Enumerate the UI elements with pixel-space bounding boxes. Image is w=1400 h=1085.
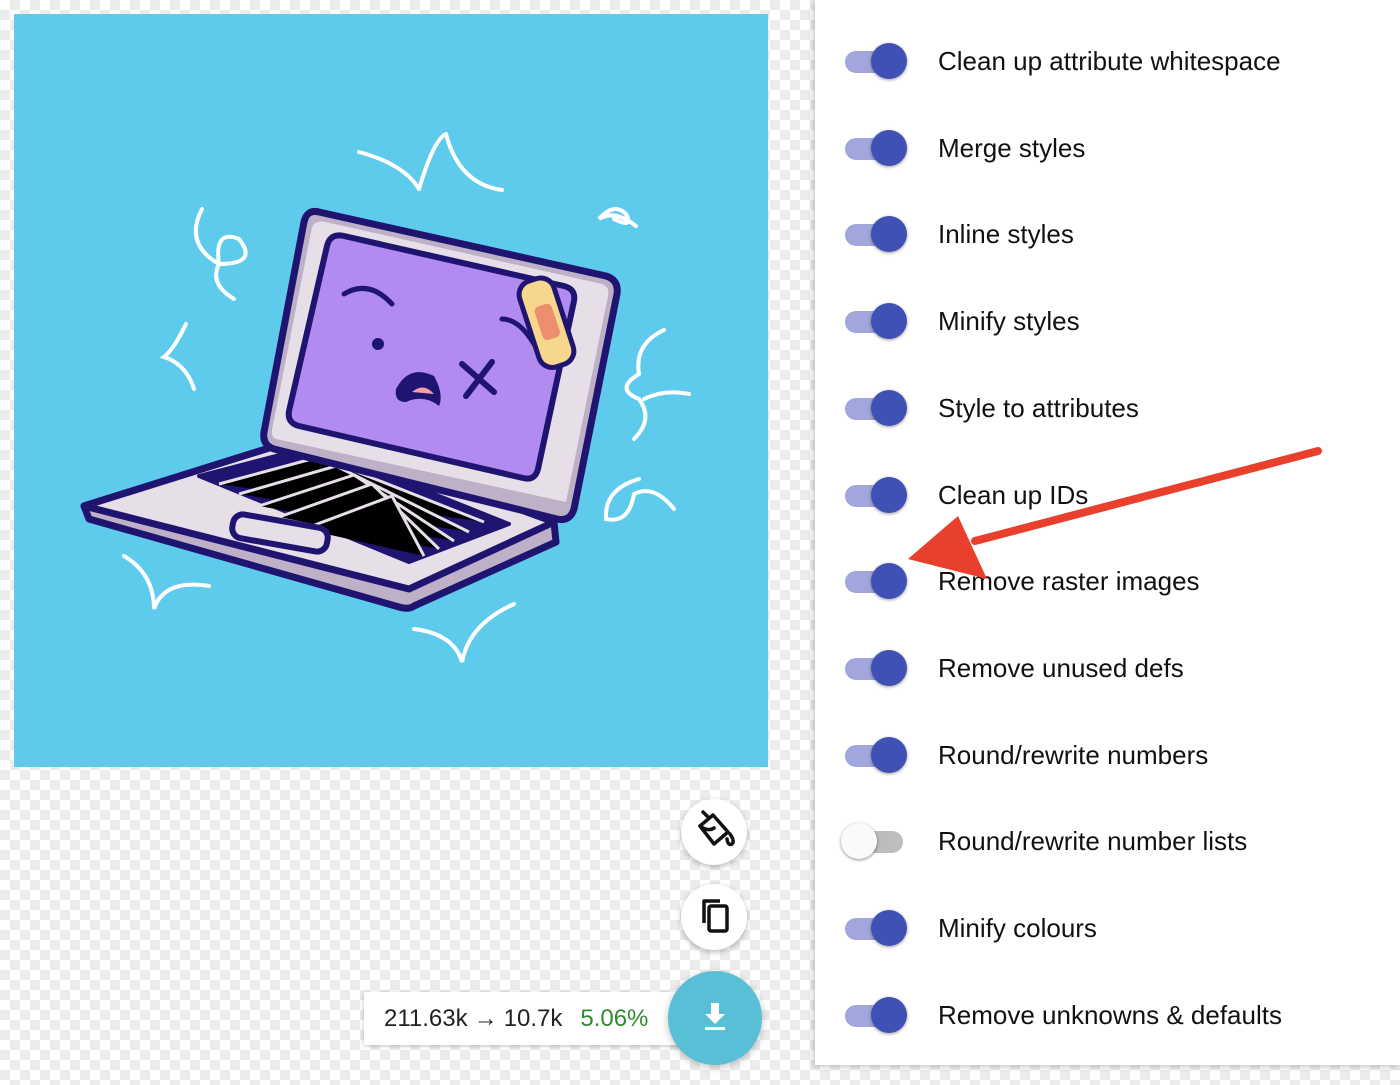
option-row-round-rewrite-numbers[interactable]: Round/rewrite numbers [815, 725, 1400, 785]
toggle-thumb[interactable] [871, 477, 907, 513]
download-button[interactable] [668, 971, 762, 1065]
toggle-thumb[interactable] [871, 910, 907, 946]
canvas-area: 211.63k → 10.7k 5.06% [0, 0, 815, 1085]
option-label[interactable]: Clean up IDs [938, 480, 1088, 511]
toggle-switch-remove-raster-images[interactable] [843, 561, 913, 601]
option-label[interactable]: Minify colours [938, 913, 1097, 944]
toggle-thumb[interactable] [871, 650, 907, 686]
download-icon [698, 999, 732, 1038]
toggle-switch-remove-unknowns-defaults[interactable] [843, 995, 913, 1035]
optimized-size: 10.7k [503, 1004, 563, 1032]
options-panel: Clean up attribute whitespace Merge style… [815, 0, 1400, 1065]
option-label[interactable]: Round/rewrite number lists [938, 826, 1247, 857]
toggle-switch-clean-up-attribute-whitespace[interactable] [843, 41, 913, 81]
toggle-switch-minify-styles[interactable] [843, 301, 913, 341]
copy-icon [694, 895, 734, 940]
option-row-minify-colours[interactable]: Minify colours [815, 898, 1400, 958]
option-row-remove-unknowns-defaults[interactable]: Remove unknowns & defaults [815, 985, 1400, 1045]
toggle-thumb[interactable] [871, 303, 907, 339]
option-row-minify-styles[interactable]: Minify styles [815, 291, 1400, 351]
option-label[interactable]: Remove raster images [938, 566, 1200, 597]
option-row-round-rewrite-number-lists[interactable]: Round/rewrite number lists [815, 811, 1400, 871]
toggle-switch-round-rewrite-number-lists[interactable] [841, 821, 913, 861]
toggle-switch-clean-up-ids[interactable] [843, 475, 913, 515]
arrow-glyph: → [473, 1004, 498, 1032]
option-row-inline-styles[interactable]: Inline styles [815, 204, 1400, 264]
option-label[interactable]: Round/rewrite numbers [938, 740, 1208, 771]
toggle-thumb[interactable] [871, 130, 907, 166]
toggle-thumb[interactable] [871, 737, 907, 773]
copy-button[interactable] [681, 884, 747, 950]
background-toggle-button[interactable] [681, 799, 747, 865]
toggle-thumb[interactable] [871, 216, 907, 252]
option-label[interactable]: Remove unused defs [938, 653, 1184, 684]
option-row-clean-up-attribute-whitespace[interactable]: Clean up attribute whitespace [815, 31, 1400, 91]
option-label[interactable]: Style to attributes [938, 393, 1139, 424]
option-label[interactable]: Minify styles [938, 306, 1080, 337]
toggle-switch-style-to-attributes[interactable] [843, 388, 913, 428]
svg-preview [14, 14, 768, 767]
toggle-switch-round-rewrite-numbers[interactable] [843, 735, 913, 775]
option-label[interactable]: Remove unknowns & defaults [938, 1000, 1282, 1031]
option-row-merge-styles[interactable]: Merge styles [815, 118, 1400, 178]
original-size: 211.63k [384, 1004, 468, 1032]
toggle-thumb[interactable] [871, 997, 907, 1033]
toggle-switch-inline-styles[interactable] [843, 214, 913, 254]
compression-results: 211.63k → 10.7k 5.06% [364, 992, 689, 1045]
laptop-illustration [80, 132, 691, 663]
paint-bucket-icon [692, 808, 736, 857]
toggle-thumb[interactable] [871, 390, 907, 426]
option-row-clean-up-ids[interactable]: Clean up IDs [815, 465, 1400, 525]
option-label[interactable]: Clean up attribute whitespace [938, 46, 1281, 77]
compression-percent: 5.06% [580, 1004, 649, 1032]
option-row-style-to-attributes[interactable]: Style to attributes [815, 378, 1400, 438]
toggle-switch-merge-styles[interactable] [843, 128, 913, 168]
option-row-remove-unused-defs[interactable]: Remove unused defs [815, 638, 1400, 698]
option-label[interactable]: Inline styles [938, 219, 1074, 250]
toggle-thumb[interactable] [841, 823, 877, 859]
toggle-thumb[interactable] [871, 43, 907, 79]
option-row-remove-raster-images[interactable]: Remove raster images [815, 551, 1400, 611]
toggle-switch-minify-colours[interactable] [843, 908, 913, 948]
toggle-switch-remove-unused-defs[interactable] [843, 648, 913, 688]
toggle-thumb[interactable] [871, 563, 907, 599]
option-label[interactable]: Merge styles [938, 133, 1085, 164]
